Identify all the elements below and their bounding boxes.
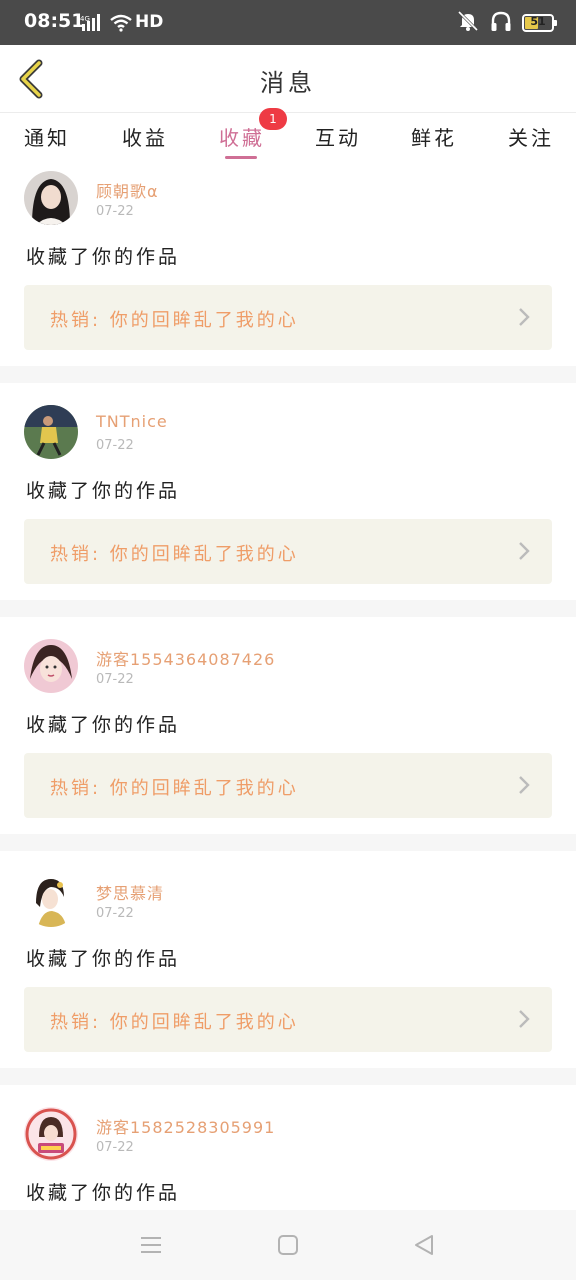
tab-label: 关注 xyxy=(508,126,554,150)
status-time: 08:51 xyxy=(24,10,85,32)
avatar[interactable] xyxy=(24,1107,78,1161)
username[interactable]: 顾朝歌α xyxy=(96,178,159,202)
tab-label: 鲜花 xyxy=(411,126,457,150)
tab-interactions[interactable]: 互动 xyxy=(315,122,361,151)
chevron-right-icon xyxy=(518,775,530,799)
page-title: 消息 xyxy=(260,69,316,97)
username[interactable]: TNTnice xyxy=(96,412,168,431)
unread-badge: 1 xyxy=(259,108,287,130)
divider xyxy=(0,1068,576,1085)
avatar[interactable] xyxy=(24,171,78,225)
back-nav-button[interactable] xyxy=(413,1234,435,1260)
avatar[interactable] xyxy=(24,405,78,459)
tab-favorites[interactable]: 收藏 1 xyxy=(219,108,287,159)
divider xyxy=(0,366,576,383)
status-bar: 08:51 4G HD 51 xyxy=(0,0,576,45)
tab-following[interactable]: 关注 xyxy=(508,122,554,151)
chevron-right-icon xyxy=(518,307,530,331)
battery-icon: 51 xyxy=(522,14,557,32)
tab-flowers[interactable]: 鲜花 xyxy=(411,122,457,151)
username[interactable]: 游客1582528305991 xyxy=(96,1114,275,1138)
activity-text: 收藏了你的作品 xyxy=(26,714,181,736)
system-navigation-bar xyxy=(0,1210,576,1280)
menu-icon xyxy=(141,1237,161,1253)
mute-icon xyxy=(456,10,480,36)
wifi-icon xyxy=(110,14,132,36)
triangle-back-icon xyxy=(415,1235,433,1255)
activity-text: 收藏了你的作品 xyxy=(26,1182,181,1204)
work-title: 热销: 你的回眸乱了我的心 xyxy=(50,544,299,565)
active-tab-indicator xyxy=(225,156,257,159)
username[interactable]: 梦思慕清 xyxy=(96,880,164,904)
activity-text: 收藏了你的作品 xyxy=(26,246,181,268)
activity-text: 收藏了你的作品 xyxy=(26,480,181,502)
list-item: 梦思慕清 07-22 收藏了你的作品 热销: 你的回眸乱了我的心 xyxy=(0,851,576,1068)
chevron-right-icon xyxy=(518,1009,530,1033)
list-item: 游客1554364087426 07-22 收藏了你的作品 热销: 你的回眸乱了… xyxy=(0,617,576,834)
tab-label: 通知 xyxy=(24,126,70,150)
username[interactable]: 游客1554364087426 xyxy=(96,646,275,670)
tab-label: 收益 xyxy=(122,126,168,150)
activity-text: 收藏了你的作品 xyxy=(26,948,181,970)
menu-button[interactable] xyxy=(140,1234,162,1260)
tab-bar: 通知 收益 收藏 1 互动 鲜花 关注 xyxy=(0,108,576,166)
headphones-icon xyxy=(490,10,512,36)
chevron-right-icon xyxy=(518,541,530,565)
app-header: 消息 xyxy=(0,45,576,113)
work-title: 热销: 你的回眸乱了我的心 xyxy=(50,778,299,799)
tab-label: 收藏 xyxy=(219,126,265,150)
work-link[interactable]: 热销: 你的回眸乱了我的心 xyxy=(24,285,552,350)
avatar[interactable] xyxy=(24,873,78,927)
home-button[interactable] xyxy=(277,1234,299,1260)
list-item: 顾朝歌α 07-22 收藏了你的作品 热销: 你的回眸乱了我的心 xyxy=(0,166,576,366)
tab-notifications[interactable]: 通知 xyxy=(24,122,70,151)
timestamp: 07-22 xyxy=(96,438,134,453)
work-link[interactable]: 热销: 你的回眸乱了我的心 xyxy=(24,753,552,818)
timestamp: 07-22 xyxy=(96,672,134,687)
divider xyxy=(0,834,576,851)
home-icon xyxy=(278,1235,298,1255)
timestamp: 07-22 xyxy=(96,1140,134,1155)
tab-label: 互动 xyxy=(315,126,361,150)
work-title: 热销: 你的回眸乱了我的心 xyxy=(50,1012,299,1033)
divider xyxy=(0,600,576,617)
work-link[interactable]: 热销: 你的回眸乱了我的心 xyxy=(24,519,552,584)
avatar[interactable] xyxy=(24,639,78,693)
work-title: 热销: 你的回眸乱了我的心 xyxy=(50,310,299,331)
cellular-signal-icon: 4G xyxy=(80,14,104,36)
tab-earnings[interactable]: 收益 xyxy=(122,122,168,151)
list-item: TNTnice 07-22 收藏了你的作品 热销: 你的回眸乱了我的心 xyxy=(0,383,576,600)
battery-level: 51 xyxy=(530,15,546,28)
network-label: HD xyxy=(135,12,164,32)
timestamp: 07-22 xyxy=(96,906,134,921)
list-item: 游客1582528305991 07-22 收藏了你的作品 xyxy=(0,1085,576,1210)
work-link[interactable]: 热销: 你的回眸乱了我的心 xyxy=(24,987,552,1052)
timestamp: 07-22 xyxy=(96,204,134,219)
